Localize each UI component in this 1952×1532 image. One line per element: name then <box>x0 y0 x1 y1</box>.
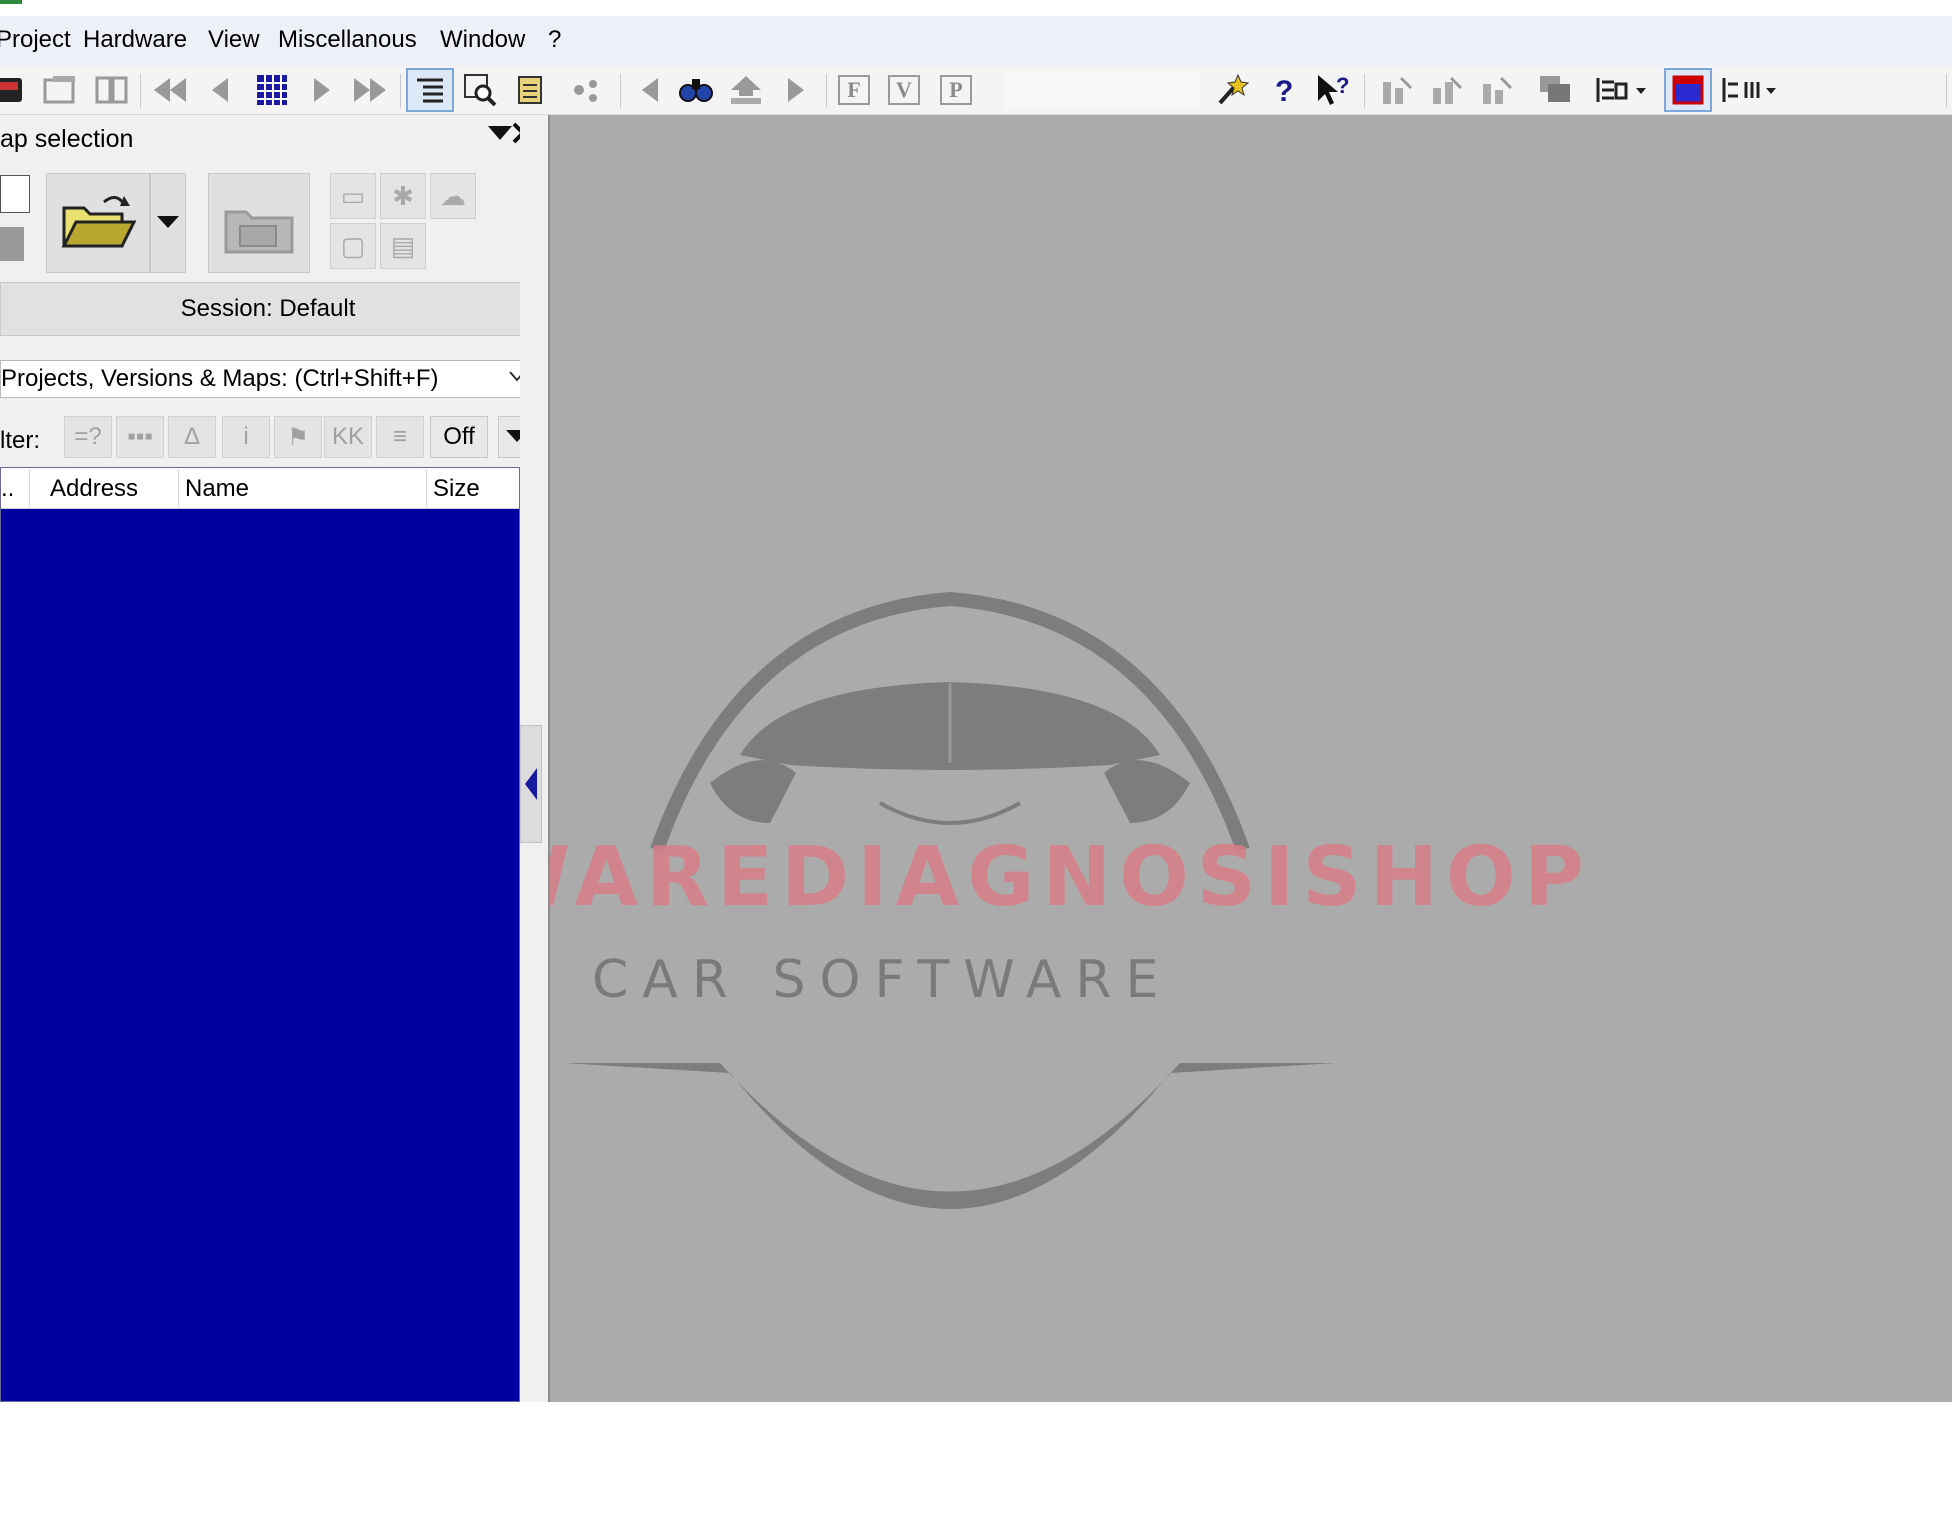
scroll-icon[interactable] <box>510 70 550 110</box>
help-icon[interactable]: ? <box>1264 70 1304 110</box>
stop-icon[interactable] <box>0 227 24 261</box>
forward-icon[interactable] <box>776 70 816 110</box>
p-button[interactable]: P <box>940 75 972 105</box>
link-icon[interactable] <box>566 70 606 110</box>
panel-title: ap selection <box>0 125 134 153</box>
open-dropdown-button[interactable] <box>150 173 186 273</box>
cabinet-icon <box>224 210 294 254</box>
binoculars-icon[interactable] <box>676 70 716 110</box>
toolbar-separator <box>826 74 827 108</box>
app-icon <box>0 0 22 4</box>
toolbar-separator <box>1946 74 1947 108</box>
cloud-map-icon[interactable]: ☁ <box>430 173 476 219</box>
filter-kk-button[interactable]: KK <box>324 416 372 458</box>
f-button[interactable]: F <box>838 75 870 105</box>
toolbar-separator <box>1364 74 1365 108</box>
magic-wand-icon[interactable] <box>1212 70 1252 110</box>
maps-table: .. Address Name Size <box>0 467 520 1402</box>
column-divider[interactable] <box>178 470 179 506</box>
disk-icon[interactable] <box>0 70 28 110</box>
window-icon[interactable] <box>40 70 80 110</box>
export-map-icon[interactable]: ▢ <box>330 223 376 269</box>
svg-text:?: ? <box>1275 75 1293 107</box>
toolbar-field[interactable] <box>1005 71 1200 109</box>
title-strip <box>0 0 1952 16</box>
filter-off-button[interactable]: Off <box>430 416 488 458</box>
layout-dropdown-icon[interactable] <box>1592 70 1656 110</box>
filter-delta-button[interactable]: Δ <box>168 416 216 458</box>
chevron-down-icon <box>488 126 512 140</box>
table-body[interactable] <box>1 509 519 1401</box>
column-divider[interactable] <box>426 470 427 506</box>
table-header: .. Address Name Size <box>1 468 519 509</box>
new-document-icon[interactable] <box>0 175 30 213</box>
tool-b-icon[interactable] <box>1426 70 1466 110</box>
wand-map-icon[interactable]: ✱ <box>380 173 426 219</box>
collapse-left-icon <box>525 768 537 800</box>
svg-text:?: ? <box>1336 73 1349 98</box>
toolbar-separator <box>140 74 141 108</box>
edit-map-icon[interactable]: ▤ <box>380 223 426 269</box>
search-combo-text: Projects, Versions & Maps: (Ctrl+Shift+F… <box>1 365 439 392</box>
status-area <box>0 1402 1952 1532</box>
filter-equals-button[interactable]: =? <box>64 416 112 458</box>
previous-icon[interactable] <box>200 70 240 110</box>
archive-button[interactable] <box>208 173 310 273</box>
column-header-address[interactable]: Address <box>50 475 138 503</box>
watermark-tagline: CAR SOFTWARE <box>592 950 1173 1010</box>
column-divider[interactable] <box>29 470 30 506</box>
panel-splitter[interactable] <box>520 115 548 1402</box>
menu-view[interactable]: View <box>208 26 260 54</box>
watermark-car-logo <box>564 591 1336 1209</box>
menu-help[interactable]: ? <box>548 26 561 54</box>
filter-lines-button[interactable]: ≡ <box>376 416 424 458</box>
tree-view-icon[interactable] <box>406 68 454 112</box>
open-folder-button[interactable] <box>46 173 150 273</box>
menu-hardware[interactable]: Hardware <box>83 26 187 54</box>
grid-icon[interactable] <box>252 70 292 110</box>
menu-window[interactable]: Window <box>440 26 525 54</box>
tool-c-icon[interactable] <box>1476 70 1516 110</box>
column-header-name[interactable]: Name <box>185 475 249 503</box>
tool-a-icon[interactable] <box>1376 70 1416 110</box>
columns-dropdown-icon[interactable] <box>1718 70 1784 110</box>
filter-bits-button[interactable]: ▪▪▪ <box>116 416 164 458</box>
filter-flag-button[interactable]: ⚑ <box>274 416 322 458</box>
menu-miscellanous[interactable]: Miscellanous <box>278 26 417 54</box>
session-button[interactable]: Session: Default <box>0 282 536 336</box>
toolbar-separator <box>400 74 401 108</box>
open-folder-icon <box>61 196 136 248</box>
search-combo[interactable]: Projects, Versions & Maps: (Ctrl+Shift+F… <box>0 360 536 398</box>
upload-icon[interactable] <box>726 70 766 110</box>
filter-label: lter: <box>0 427 41 454</box>
first-icon[interactable] <box>150 70 190 110</box>
cascade-icon[interactable] <box>1536 70 1576 110</box>
panel-menu-button[interactable] <box>488 126 512 145</box>
map-selection-panel: ap selection ▭ ✱ ☁ ▢ ▤ Session: Default … <box>0 115 548 1402</box>
watermark-brand-text: SOFTWAREDIAGNOSISHOP <box>550 830 1592 925</box>
column-header-type[interactable]: .. <box>1 475 14 503</box>
context-help-icon[interactable]: ? <box>1314 70 1354 110</box>
toolbar-separator <box>620 74 621 108</box>
main-toolbar: F V P ? ? <box>0 66 1952 115</box>
back-icon[interactable] <box>630 70 670 110</box>
zoom-window-icon[interactable] <box>460 70 500 110</box>
compare-icon[interactable] <box>92 70 132 110</box>
window-layout-icon[interactable] <box>1664 68 1712 112</box>
menu-bar: Project Hardware View Miscellanous Windo… <box>0 16 1952 66</box>
next-icon[interactable] <box>302 70 342 110</box>
v-button[interactable]: V <box>888 75 920 105</box>
menu-project[interactable]: Project <box>0 26 71 54</box>
workspace-area[interactable]: SOFTWAREDIAGNOSISHOP CAR SOFTWARE <box>548 115 1952 1402</box>
add-map-icon[interactable]: ▭ <box>330 173 376 219</box>
chevron-down-icon <box>157 216 179 228</box>
collapse-panel-button[interactable] <box>520 725 542 843</box>
last-icon[interactable] <box>350 70 390 110</box>
filter-info-button[interactable]: i <box>222 416 270 458</box>
column-header-size[interactable]: Size <box>433 475 480 503</box>
